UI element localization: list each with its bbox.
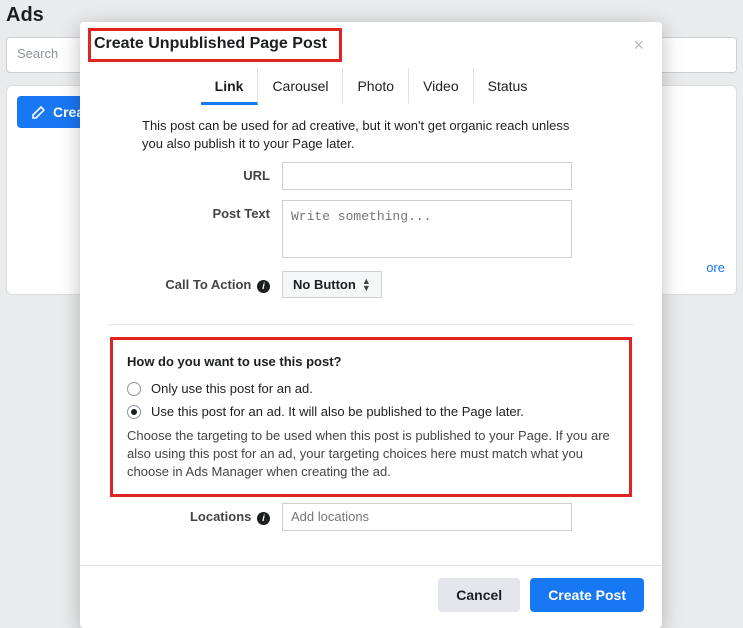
cta-select[interactable]: No Button ▲▼ [282, 271, 382, 298]
truncated-link[interactable]: ore [706, 260, 725, 275]
modal-title-highlight: Create Unpublished Page Post [88, 28, 342, 62]
close-icon[interactable]: × [633, 22, 648, 54]
tab-carousel[interactable]: Carousel [258, 68, 343, 105]
form-section: URL Post Text Call To Action i No Button… [80, 160, 662, 318]
label-locations: Locations i [110, 503, 282, 525]
info-icon: i [257, 280, 270, 293]
tab-link[interactable]: Link [201, 68, 259, 105]
create-post-button[interactable]: Create Post [530, 578, 644, 612]
radio-icon [127, 405, 141, 419]
label-url: URL [110, 162, 282, 183]
url-input[interactable] [282, 162, 572, 190]
modal-footer: Cancel Create Post [80, 565, 662, 624]
tab-photo[interactable]: Photo [343, 68, 409, 105]
usage-section-highlight: How do you want to use this post? Only u… [110, 337, 632, 497]
usage-note: Choose the targeting to be used when thi… [127, 427, 615, 482]
radio-label: Use this post for an ad. It will also be… [151, 404, 524, 419]
modal-title: Create Unpublished Page Post [94, 35, 327, 53]
section-divider [108, 324, 634, 325]
label-cta: Call To Action i [110, 271, 282, 293]
pencil-edit-icon [31, 104, 47, 120]
create-unpublished-post-modal: Create Unpublished Page Post × Link Caro… [80, 22, 662, 628]
tab-status[interactable]: Status [474, 68, 542, 105]
locations-input[interactable] [282, 503, 572, 531]
cancel-button[interactable]: Cancel [438, 578, 520, 612]
label-post-text: Post Text [110, 200, 282, 221]
radio-label: Only use this post for an ad. [151, 381, 313, 396]
post-type-tabs: Link Carousel Photo Video Status [80, 68, 662, 105]
cta-value: No Button [293, 277, 356, 292]
radio-icon [127, 382, 141, 396]
tab-video[interactable]: Video [409, 68, 474, 105]
info-icon: i [257, 512, 270, 525]
usage-heading: How do you want to use this post? [127, 354, 615, 369]
sort-carets-icon: ▲▼ [362, 278, 371, 292]
post-text-input[interactable] [282, 200, 572, 258]
radio-option-ad-and-publish[interactable]: Use this post for an ad. It will also be… [127, 404, 615, 419]
radio-option-ad-only[interactable]: Only use this post for an ad. [127, 381, 615, 396]
helper-text: This post can be used for ad creative, b… [80, 105, 662, 160]
